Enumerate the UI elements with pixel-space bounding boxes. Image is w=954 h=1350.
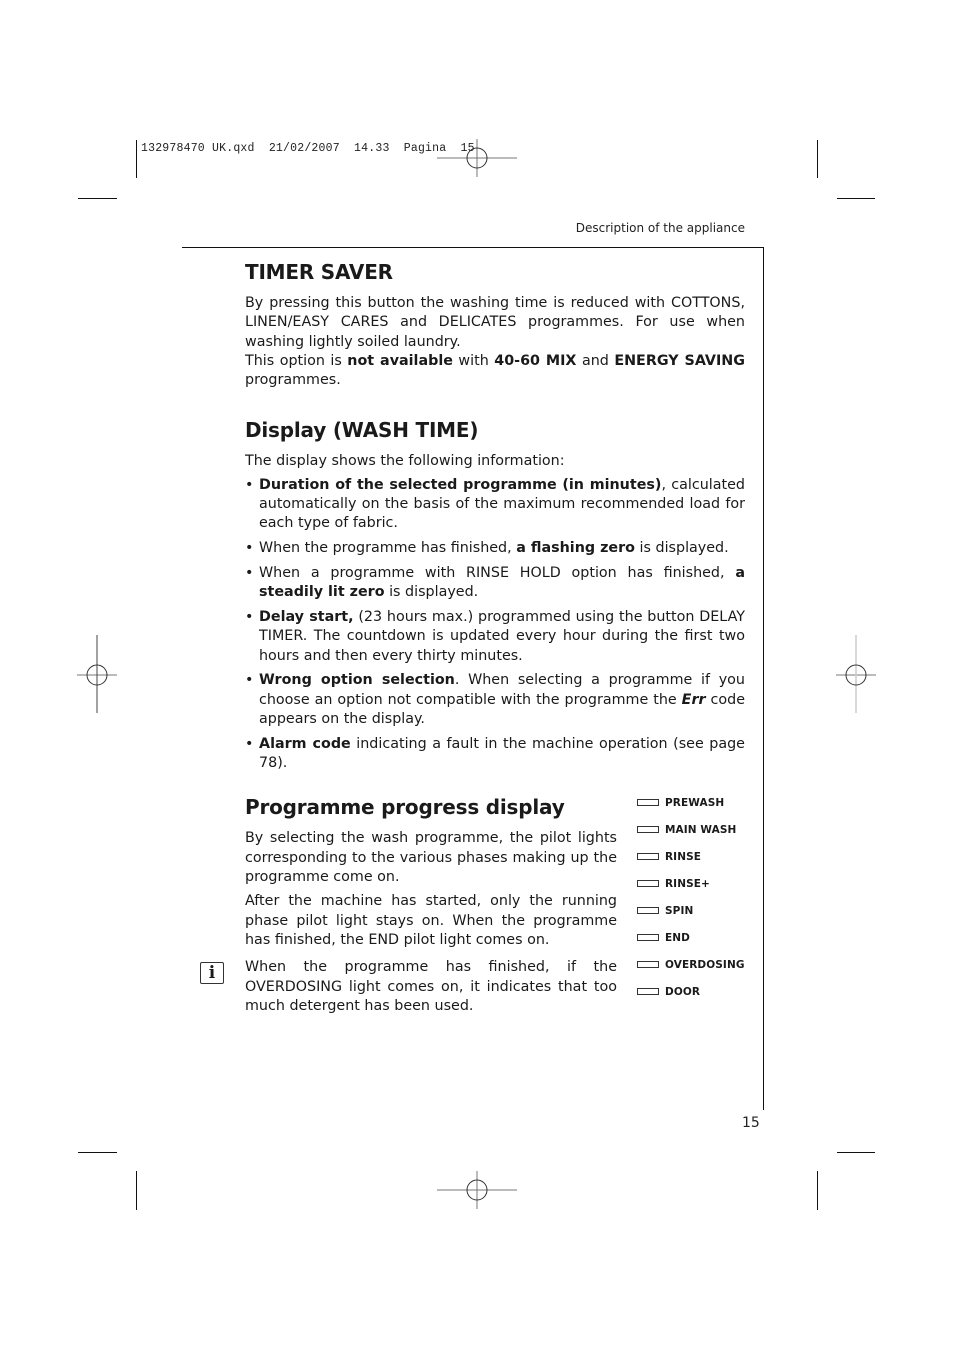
crop-mark xyxy=(78,198,117,199)
timer-saver-section: TIMER SAVER By pressing this button the … xyxy=(245,260,745,390)
crop-mark xyxy=(78,1152,117,1153)
section-title: Programme progress display xyxy=(245,795,565,820)
crop-mark xyxy=(817,1171,818,1210)
display-info-list: Duration of the selected programme (in m… xyxy=(245,476,745,774)
registration-mark-icon xyxy=(77,635,117,715)
crop-mark xyxy=(136,140,137,178)
registration-mark-icon xyxy=(836,635,876,715)
paragraph: By selecting the wash programme, the pil… xyxy=(245,830,617,886)
pilot-light-door: DOOR xyxy=(637,978,757,1005)
page-content: TIMER SAVER By pressing this button the … xyxy=(200,260,745,1016)
info-note: i When the programme has finished, if th… xyxy=(200,958,617,1016)
registration-mark-icon xyxy=(437,137,517,179)
right-margin-rule xyxy=(763,247,764,1110)
list-item: Delay start, (23 hours max.) programmed … xyxy=(245,608,745,666)
list-item: Duration of the selected programme (in m… xyxy=(245,476,745,534)
pilot-light-spin: SPIN xyxy=(637,897,757,924)
section-title: Display (WASH TIME) xyxy=(245,418,479,443)
paragraph: After the machine has started, only the … xyxy=(245,893,617,948)
lamp-icon xyxy=(637,907,659,915)
info-icon: i xyxy=(200,962,224,985)
pilot-light-rinse-plus: RINSE+ xyxy=(637,870,757,897)
lamp-icon xyxy=(637,934,659,942)
section-title: TIMER SAVER xyxy=(245,260,393,284)
list-item: Alarm code indicating a fault in the mac… xyxy=(245,735,745,774)
display-section: Display (WASH TIME) The display shows th… xyxy=(245,418,745,773)
crop-mark xyxy=(837,198,875,199)
header-rule xyxy=(182,247,764,248)
lamp-icon xyxy=(637,880,659,888)
pilot-light-rinse: RINSE xyxy=(637,843,757,870)
list-item: Wrong option selection. When selecting a… xyxy=(245,671,745,729)
pilot-light-end: END xyxy=(637,924,757,951)
note-text: When the programme has finished, if the … xyxy=(245,959,617,1014)
lamp-icon xyxy=(637,799,659,807)
programme-progress-section: Programme progress display By selecting … xyxy=(200,795,745,1016)
paragraph: This option is not available with 40-60 … xyxy=(245,352,745,389)
pilot-light-main-wash: MAIN WASH xyxy=(637,816,757,843)
pilot-light-overdosing: OVERDOSING xyxy=(637,951,757,978)
paragraph: The display shows the following informat… xyxy=(245,453,565,470)
lamp-icon xyxy=(637,961,659,969)
registration-mark-icon xyxy=(437,1170,517,1212)
crop-mark xyxy=(837,1152,875,1153)
page-number: 15 xyxy=(742,1115,760,1131)
paragraph: By pressing this button the washing time… xyxy=(245,295,745,350)
pilot-lights-panel: PREWASH MAIN WASH RINSE RINSE+ SPIN END … xyxy=(637,789,757,1005)
running-head: Description of the appliance xyxy=(575,221,745,235)
crop-mark xyxy=(136,1171,137,1210)
list-item: When a programme with RINSE HOLD option … xyxy=(245,564,745,603)
print-slug: 132978470 UK.qxd 21/02/2007 14.33 Pagina… xyxy=(141,142,475,155)
lamp-icon xyxy=(637,853,659,861)
crop-mark xyxy=(817,140,818,178)
list-item: When the programme has finished, a flash… xyxy=(245,539,745,559)
pilot-light-prewash: PREWASH xyxy=(637,789,757,816)
lamp-icon xyxy=(637,826,659,834)
lamp-icon xyxy=(637,988,659,996)
